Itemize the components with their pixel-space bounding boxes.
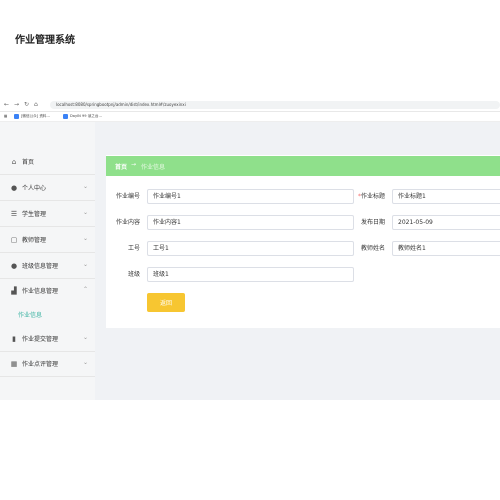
chevron-down-icon: ⌄ — [83, 235, 89, 242]
home-icon: ⌂ — [11, 158, 17, 166]
sidebar-item-label: 作业提交管理 — [22, 336, 59, 343]
list-icon: ☰ — [10, 210, 18, 218]
chevron-up-icon: ⌃ — [83, 286, 89, 293]
browser-address-bar: ← → ↻ ⌂ localhost:8080/springbootpnj/adm… — [0, 99, 500, 112]
back-button[interactable]: 返回 — [147, 293, 185, 312]
bookmark-item[interactable]: [微信公众] 资料… — [14, 113, 50, 120]
breadcrumb: 首页 → 作业信息 — [106, 156, 500, 176]
user-icon: ● — [10, 262, 18, 270]
sidebar-item-reviews[interactable]: ▦ 作业点评管理 ⌄ — [0, 353, 95, 377]
forward-arrow-icon[interactable]: → — [14, 101, 19, 109]
sidebar-item-label: 作业点评管理 — [22, 361, 59, 368]
bookmark-icon — [63, 113, 68, 119]
chevron-down-icon: ⌄ — [83, 359, 89, 366]
grid-icon: ▦ — [10, 360, 18, 368]
sidebar-subitem-homework-info[interactable]: 作业信息 — [18, 310, 42, 319]
bookmarks-bar: ▦ [微信公众] 资料… DayIN 99 读之台… — [0, 112, 500, 122]
stats-icon: ▟ — [11, 287, 17, 295]
breadcrumb-separator: → — [131, 161, 137, 168]
staff-no-field[interactable]: 工号1 — [147, 241, 354, 256]
homework-title-field[interactable]: 作业标题1 — [392, 189, 500, 204]
sidebar-item-classes[interactable]: ● 班级信息管理 ⌄ — [0, 255, 95, 279]
teacher-name-field[interactable]: 教师姓名1 — [392, 241, 500, 256]
homework-no-field[interactable]: 作业编号1 — [147, 189, 354, 204]
homework-title-label: *作业标题 — [352, 192, 385, 202]
sidebar-item-teachers[interactable]: ▢ 教师管理 ⌄ — [0, 229, 95, 253]
homework-title-label-text: 作业标题 — [360, 193, 385, 200]
sidebar-item-label: 作业信息管理 — [22, 288, 59, 295]
sidebar-item-label: 教师管理 — [22, 237, 47, 244]
bar-chart-icon: ▮ — [12, 335, 16, 343]
home-browser-icon[interactable]: ⌂ — [34, 101, 38, 109]
user-icon: ● — [10, 184, 18, 192]
bookmark-item[interactable]: DayIN 99 读之台… — [63, 113, 102, 120]
sidebar-item-homework[interactable]: ▟ 作业信息管理 ⌃ — [0, 280, 95, 304]
sidebar-item-students[interactable]: ☰ 学生管理 ⌄ — [0, 203, 95, 227]
sidebar-item-home[interactable]: ⌂ 首页 — [0, 151, 95, 175]
teacher-name-label: 教师姓名 — [360, 245, 385, 252]
apps-icon[interactable]: ▦ — [4, 113, 7, 120]
sidebar-item-label: 班级信息管理 — [22, 263, 59, 270]
sidebar-item-label: 个人中心 — [22, 185, 47, 192]
chevron-down-icon: ⌄ — [83, 183, 89, 190]
class-field[interactable]: 班级1 — [147, 267, 354, 282]
staff-no-label: 工号 — [127, 245, 140, 252]
homework-no-label: 作业编号 — [115, 193, 140, 200]
sidebar-item-label: 学生管理 — [22, 211, 47, 218]
sidebar-item-profile[interactable]: ● 个人中心 ⌄ — [0, 177, 95, 201]
chevron-down-icon: ⌄ — [83, 209, 89, 216]
class-label: 班级 — [127, 271, 140, 278]
app-title: 作业管理系统 — [15, 35, 75, 46]
url-field[interactable]: localhost:8080/springbootpnj/admin/dist/… — [50, 101, 500, 109]
sidebar-item-label: 首页 — [22, 159, 35, 166]
breadcrumb-home[interactable]: 首页 — [115, 162, 127, 171]
breadcrumb-current: 作业信息 — [141, 164, 166, 171]
publish-date-label: 发布日期 — [360, 219, 385, 226]
chevron-down-icon: ⌄ — [83, 334, 89, 341]
reload-icon[interactable]: ↻ — [24, 101, 29, 109]
sidebar-item-submissions[interactable]: ▮ 作业提交管理 ⌄ — [0, 328, 95, 352]
publish-date-field[interactable]: 2021-05-09 — [392, 215, 500, 230]
bookmark-icon — [14, 113, 19, 119]
homework-content-label: 作业内容 — [115, 219, 140, 226]
chevron-down-icon: ⌄ — [83, 261, 89, 268]
chat-icon: ▢ — [10, 236, 18, 244]
back-arrow-icon[interactable]: ← — [4, 101, 9, 109]
homework-content-field[interactable]: 作业内容1 — [147, 215, 354, 230]
